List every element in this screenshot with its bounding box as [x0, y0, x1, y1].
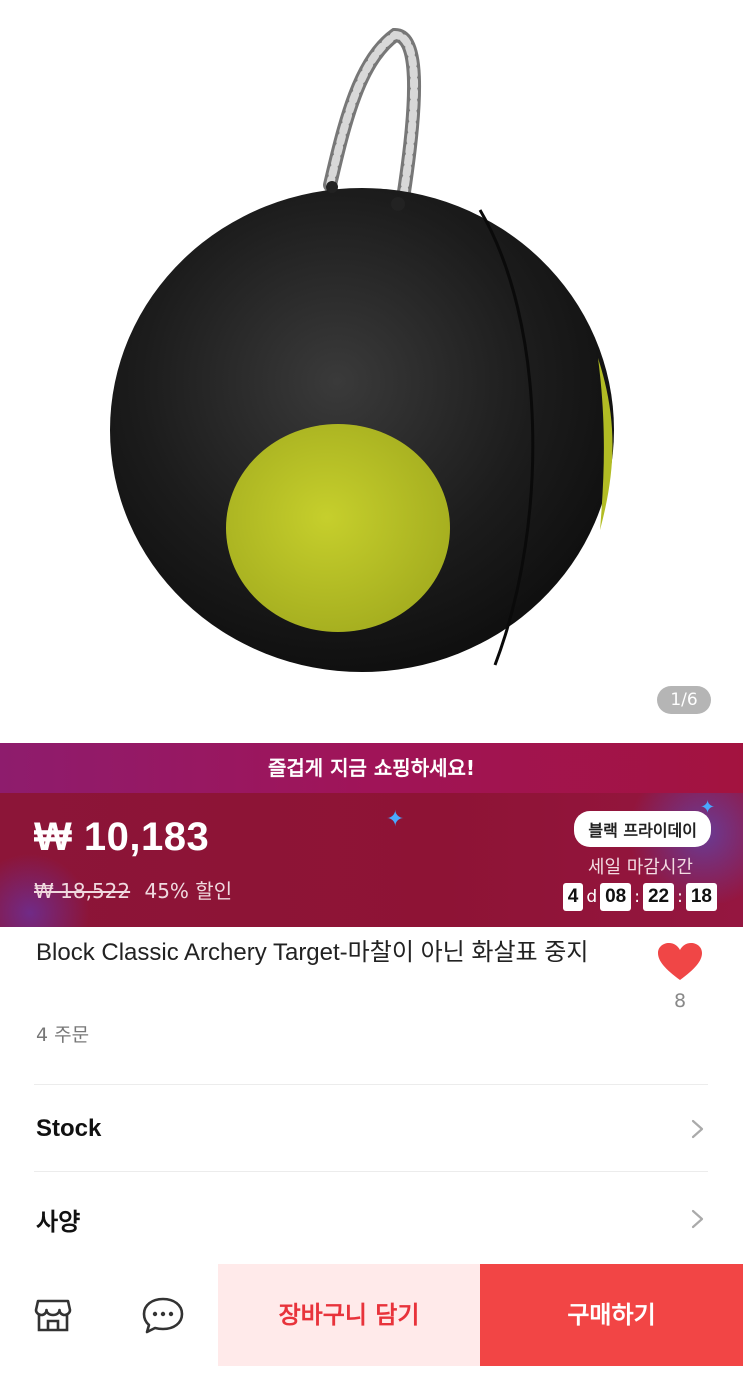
sale-countdown: 4 d 08 : 22 : 18 — [562, 883, 717, 911]
favorite-button[interactable]: 8 — [657, 942, 703, 1012]
sale-deadline-label: 세일 마감시간 — [587, 857, 693, 878]
countdown-separator: : — [634, 887, 640, 907]
chat-icon — [142, 1297, 184, 1334]
chevron-right-icon — [691, 1119, 704, 1139]
original-price: ₩ 18,522 — [34, 879, 131, 903]
store-icon — [34, 1299, 72, 1332]
chat-button[interactable] — [140, 1292, 186, 1338]
countdown-seconds: 18 — [685, 883, 717, 911]
option-label: 사양 — [36, 1208, 81, 1236]
countdown-minutes: 22 — [642, 883, 675, 911]
price-discount-row: ₩ 18,522 45% 할인 — [34, 875, 232, 904]
countdown-hours: 08 — [600, 883, 632, 911]
order-count: 4 주문 — [36, 1024, 90, 1046]
heart-icon — [658, 943, 702, 980]
countdown-separator: : — [677, 887, 683, 907]
product-image — [110, 27, 614, 672]
promo-banner[interactable]: 즐겁게 지금 쇼핑하세요! — [0, 743, 743, 793]
option-row-stock[interactable]: Stock — [36, 1099, 708, 1159]
add-to-cart-button[interactable]: 장바구니 담기 — [218, 1264, 480, 1366]
divider — [34, 1171, 708, 1172]
option-label: Stock — [36, 1115, 102, 1142]
product-image-gallery[interactable]: 1/6 — [0, 0, 743, 743]
price-block: ✦ ✦ ₩ 10,183 ₩ 18,522 45% 할인 블랙 프라이데이 세일… — [0, 793, 743, 927]
sparkle-icon: ✦ — [386, 807, 405, 832]
buy-now-button[interactable]: 구매하기 — [480, 1264, 743, 1366]
countdown-day-unit: d — [586, 887, 598, 907]
discount-rate: 45% 할인 — [144, 879, 233, 903]
countdown-days: 4 — [562, 883, 584, 911]
bottom-action-bar: 장바구니 담기 구매하기 — [0, 1264, 743, 1366]
image-page-indicator: 1/6 — [657, 686, 711, 714]
current-price: ₩ 10,183 — [34, 815, 210, 859]
favorite-count: 8 — [673, 990, 687, 1012]
chevron-right-icon — [691, 1209, 704, 1229]
black-friday-badge: 블랙 프라이데이 — [574, 811, 711, 847]
store-button[interactable] — [30, 1292, 76, 1338]
product-title: Block Classic Archery Target-마찰이 아닌 화살표 … — [36, 939, 589, 966]
divider — [34, 1084, 708, 1085]
option-row-specs[interactable]: 사양 — [36, 1189, 708, 1249]
